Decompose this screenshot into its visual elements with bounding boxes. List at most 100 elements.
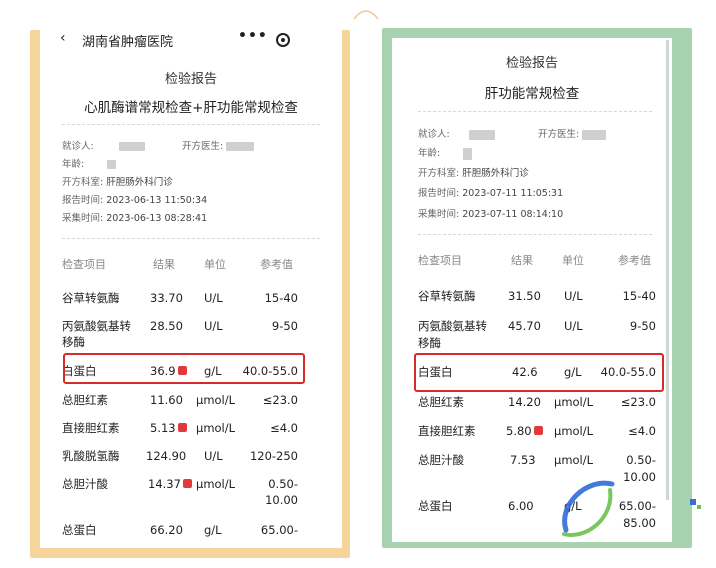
doctor-label: 开方医生: — [538, 129, 580, 140]
age-redacted — [463, 147, 473, 160]
item-unit: μmol/L — [554, 395, 594, 409]
item-unit: g/L — [204, 523, 222, 537]
item-reference: 9-50 — [629, 319, 656, 333]
item-reference: ≤23.0 — [620, 395, 656, 409]
header-item: 检查项目 — [418, 254, 462, 267]
report-time-label: 报告时间: — [62, 195, 104, 206]
dept-row: 开方科室: 肝胆肠外科门诊 — [62, 174, 173, 188]
item-name-cont: 移酶 — [418, 336, 441, 350]
watermark-dot-icon — [690, 499, 696, 505]
item-reference: ≤4.0 — [628, 424, 656, 438]
doctor-name-redacted — [582, 129, 607, 140]
item-unit: U/L — [204, 449, 223, 463]
collect-time-row: 采集时间: 2023-07-11 08:14:10 — [418, 206, 563, 220]
item-reference: 120-250 — [249, 449, 298, 463]
item-name: 乳酸脱氢酶 — [62, 449, 120, 463]
item-result: 14.37 — [148, 477, 181, 491]
right-phone-screen: 检验报告 肝功能常规检查 就诊人: 开方医生: 年龄: 开方科室: 肝胆肠外科门… — [392, 38, 672, 542]
header-item: 检查项目 — [62, 258, 106, 271]
item-reference: 9-50 — [271, 319, 298, 333]
doctor-row: 开方医生: — [182, 138, 255, 152]
item-name: 谷草转氨酶 — [418, 289, 476, 303]
item-reference: 15-40 — [622, 289, 656, 303]
dept-row: 开方科室: 肝胆肠外科门诊 — [418, 165, 529, 179]
item-name: 丙氨酸氨基转 — [418, 319, 487, 333]
item-result: 33.70 — [150, 291, 183, 305]
dept-value: 肝胆肠外科门诊 — [462, 168, 529, 179]
item-reference: ≤4.0 — [270, 421, 298, 435]
more-icon[interactable]: ••• — [238, 30, 268, 44]
report-time-row: 报告时间: 2023-07-11 11:05:31 — [418, 185, 563, 199]
report-title: 检验报告 — [505, 56, 558, 71]
item-unit: μmol/L — [554, 424, 594, 438]
item-reference: 15-40 — [264, 291, 298, 305]
report-time-row: 报告时间: 2023-06-13 11:50:34 — [62, 192, 207, 206]
item-result: 6.00 — [508, 499, 534, 513]
age-row: 年龄: — [418, 145, 473, 160]
divider — [418, 111, 652, 112]
item-result: 7.53 — [510, 453, 536, 467]
patient-name-redacted — [468, 129, 495, 140]
left-phone-screen: ‹ 湖南省肿瘤医院 ••• 检验报告 心肌酶谱常规检查+肝功能常规检查 就诊人:… — [40, 30, 342, 548]
collect-time-value: 2023-07-11 08:14:10 — [462, 209, 564, 220]
item-result: 5.13 — [150, 421, 176, 435]
item-name: 总胆汁酸 — [62, 477, 108, 491]
age-label: 年龄: — [418, 148, 441, 159]
watermark-swirl-icon — [562, 480, 615, 537]
back-icon[interactable]: ‹ — [60, 30, 66, 46]
left-topbar: ‹ 湖南省肿瘤医院 ••• — [40, 30, 342, 54]
item-name: 总胆汁酸 — [418, 453, 464, 467]
top-arc-decoration — [353, 10, 379, 20]
item-name: 总胆红素 — [62, 393, 108, 407]
divider — [418, 234, 652, 235]
report-title: 检验报告 — [164, 72, 217, 87]
item-reference: 0.50- — [268, 477, 298, 491]
item-unit: U/L — [204, 291, 223, 305]
item-result-cell: 14.37 — [148, 476, 192, 492]
age-row: 年龄: — [62, 156, 117, 170]
header-result: 结果 — [153, 258, 175, 271]
close-miniprogram-icon[interactable] — [276, 33, 290, 47]
header-unit: 单位 — [204, 258, 226, 271]
item-reference-cont: 85.00 — [623, 516, 656, 530]
item-name: 总蛋白 — [62, 523, 97, 537]
doctor-name-redacted — [226, 142, 255, 151]
patient-name-redacted — [118, 142, 145, 151]
item-name: 直接胆红素 — [418, 424, 476, 438]
item-unit: μmol/L — [196, 421, 236, 435]
scrollbar[interactable] — [666, 40, 669, 500]
age-label: 年龄: — [62, 159, 85, 170]
abnormal-flag-icon — [533, 426, 543, 435]
item-reference: 65.00- — [260, 523, 298, 537]
item-result-cell: 5.13 — [150, 420, 187, 436]
doctor-row: 开方医生: — [538, 126, 607, 140]
item-name-cont: 移酶 — [62, 335, 85, 349]
header-reference: 参考值 — [618, 254, 651, 267]
item-name: 谷草转氨酶 — [62, 291, 120, 305]
patient-label: 就诊人: — [418, 129, 450, 140]
highlight-box-albumin — [63, 353, 305, 384]
item-result: 31.50 — [508, 289, 541, 303]
dept-label: 开方科室: — [62, 177, 104, 188]
report-time-label: 报告时间: — [418, 188, 460, 199]
item-reference-cont: 10.00 — [265, 493, 298, 507]
item-reference-cont: 10.00 — [623, 470, 656, 484]
item-name: 丙氨酸氨基转 — [62, 319, 131, 333]
item-result: 45.70 — [508, 319, 541, 333]
header-reference: 参考值 — [260, 258, 293, 271]
collect-time-label: 采集时间: — [418, 209, 460, 220]
item-result: 66.20 — [150, 523, 183, 537]
collect-time-row: 采集时间: 2023-06-13 08:28:41 — [62, 210, 207, 224]
highlight-box-albumin — [414, 353, 664, 392]
item-unit: U/L — [564, 289, 583, 303]
item-reference: 0.50- — [626, 453, 656, 467]
item-name: 直接胆红素 — [62, 421, 120, 435]
report-subtitle: 肝功能常规检查 — [484, 86, 580, 102]
item-reference: 65.00- — [618, 499, 656, 513]
header-unit: 单位 — [562, 254, 584, 267]
item-result: 5.80 — [506, 424, 532, 438]
hospital-name: 湖南省肿瘤医院 — [82, 35, 174, 50]
item-unit: U/L — [204, 319, 223, 333]
report-subtitle: 心肌酶谱常规检查+肝功能常规检查 — [84, 100, 298, 116]
patient-label: 就诊人: — [62, 141, 94, 152]
